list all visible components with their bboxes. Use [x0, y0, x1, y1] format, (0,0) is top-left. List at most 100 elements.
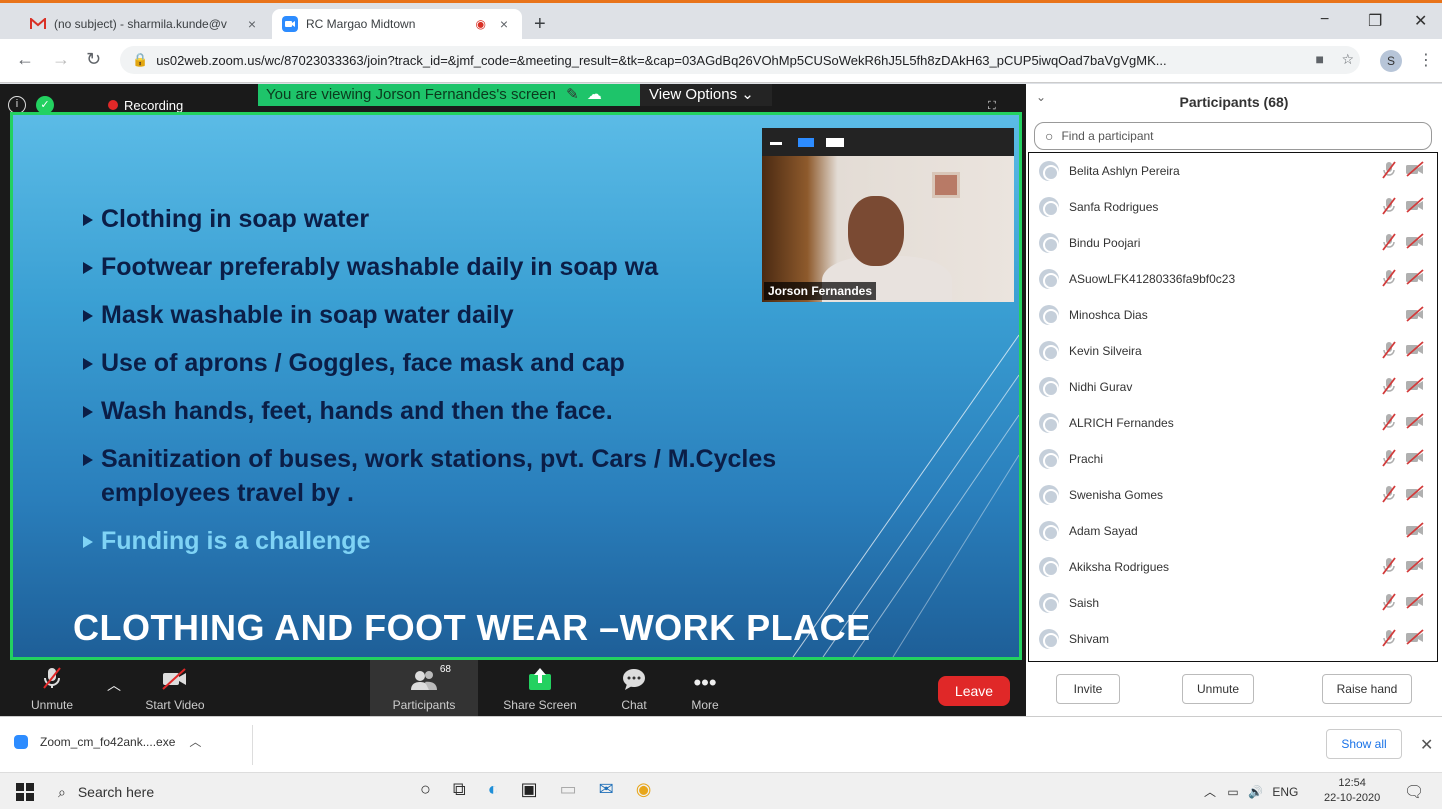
- more-button[interactable]: ••• More: [680, 660, 730, 716]
- tab-title: RC Margao Midtown: [306, 17, 416, 31]
- leave-button[interactable]: Leave: [938, 676, 1010, 706]
- gallery-view-icon[interactable]: [826, 138, 844, 147]
- notifications-icon[interactable]: 🗨: [1404, 782, 1424, 802]
- mail-icon[interactable]: ✉: [599, 779, 614, 800]
- participant-row[interactable]: Saish: [1029, 585, 1435, 621]
- participant-status-icons: [1375, 484, 1435, 506]
- taskbar-search-label: Search here: [77, 784, 155, 800]
- tab-close-icon[interactable]: ×: [244, 16, 260, 32]
- minimize-button[interactable]: −: [1320, 11, 1329, 29]
- bullet-triangle-icon: [83, 454, 93, 467]
- slide-title: CLOTHING AND FOOT WEAR –WORK PLACE: [73, 607, 871, 648]
- chrome-icon[interactable]: ◉: [636, 779, 652, 800]
- raise-hand-button[interactable]: Raise hand: [1322, 674, 1412, 704]
- speaker-view-icon[interactable]: [798, 138, 814, 147]
- tab-zoom-meeting[interactable]: RC Margao Midtown ◉ ×: [272, 9, 522, 39]
- battery-icon[interactable]: ▭: [1227, 785, 1238, 799]
- forward-icon[interactable]: →: [52, 49, 70, 70]
- show-all-button[interactable]: Show all: [1326, 729, 1402, 759]
- video-off-icon: [1405, 448, 1425, 470]
- address-bar[interactable]: 🔒 us02web.zoom.us/wc/87023033363/join?tr…: [120, 46, 1360, 74]
- muted-mic-icon: [1381, 160, 1397, 182]
- muted-mic-icon: [1381, 340, 1397, 362]
- close-downloads-icon[interactable]: ✕: [1420, 735, 1433, 755]
- browser-tab-strip: (no subject) - sharmila.kunde@v × RC Mar…: [0, 3, 1442, 39]
- system-tray: ︿ ▭ 🔊 ENG: [1204, 783, 1298, 800]
- participants-button[interactable]: 68 Participants: [370, 660, 478, 716]
- bullet-triangle-icon: [83, 358, 93, 371]
- more-label: More: [691, 698, 719, 712]
- participant-row[interactable]: Kevin Silveira: [1029, 333, 1435, 369]
- lock-icon: 🔒: [132, 52, 149, 67]
- slide-bullet: Wash hands, feet, hands and then the fac…: [83, 397, 613, 426]
- participant-status-icons: [1375, 160, 1435, 182]
- video-off-icon: [1405, 521, 1425, 541]
- participant-avatar: [1039, 485, 1059, 505]
- participant-row[interactable]: Akiksha Rodrigues: [1029, 549, 1435, 585]
- invite-button[interactable]: Invite: [1056, 674, 1120, 704]
- slide-bullet: Funding is a challenge: [83, 527, 370, 556]
- muted-mic-icon: [1381, 556, 1397, 578]
- download-item[interactable]: Zoom_cm_fo42ank....exe ︿: [14, 733, 201, 750]
- participant-search-input[interactable]: ○ Find a participant: [1034, 122, 1432, 150]
- new-tab-button[interactable]: +: [534, 13, 546, 36]
- taskbar-search[interactable]: ⌕ Search here: [48, 777, 378, 807]
- task-view-icon[interactable]: ⧉: [453, 779, 466, 800]
- windows-start-icon[interactable]: [16, 783, 34, 801]
- share-screen-label: Share Screen: [503, 698, 577, 712]
- bullet-text: Mask washable in soap water daily: [101, 301, 514, 329]
- muted-mic-icon: [1381, 592, 1397, 614]
- chevron-up-icon[interactable]: ︿: [1204, 785, 1216, 799]
- share-screen-button[interactable]: Share Screen: [496, 660, 584, 716]
- panel-unmute-button[interactable]: Unmute: [1182, 674, 1254, 704]
- bookmark-star-icon[interactable]: ☆: [1341, 51, 1354, 68]
- slide-bullet: Use of aprons / Goggles, face mask and c…: [83, 349, 625, 378]
- video-off-icon: [1405, 592, 1425, 614]
- slide-bullet: Sanitization of buses, work stations, pv…: [83, 445, 776, 474]
- participant-row[interactable]: Swenisha Gomes: [1029, 477, 1435, 513]
- participant-row[interactable]: Sanfa Rodrigues: [1029, 189, 1435, 225]
- tab-close-icon[interactable]: ×: [496, 16, 512, 32]
- restore-button[interactable]: ❐: [1368, 11, 1382, 31]
- participant-row[interactable]: Prachi: [1029, 441, 1435, 477]
- participant-row[interactable]: ALRICH Fernandes: [1029, 405, 1435, 441]
- participant-row[interactable]: ASuowLFK41280336fa9bf0c23: [1029, 261, 1435, 297]
- participant-avatar: [1039, 161, 1059, 181]
- zoom-installer-icon: [14, 734, 28, 749]
- audio-options-caret[interactable]: ︿: [104, 660, 124, 716]
- video-off-icon: [1405, 340, 1425, 362]
- view-options-button[interactable]: View Options ⌄: [640, 84, 772, 106]
- chat-button[interactable]: Chat: [606, 660, 662, 716]
- participant-row[interactable]: Belita Ashlyn Pereira: [1029, 153, 1435, 189]
- file-explorer-icon[interactable]: ▭: [560, 779, 577, 800]
- participant-row[interactable]: Minoshca Dias: [1029, 297, 1435, 333]
- tab-gmail[interactable]: (no subject) - sharmila.kunde@v ×: [20, 9, 270, 39]
- participant-row[interactable]: Bindu Poojari: [1029, 225, 1435, 261]
- camera-permission-icon[interactable]: ■: [1316, 51, 1324, 67]
- language-indicator[interactable]: ENG: [1272, 785, 1298, 799]
- unmute-button[interactable]: Unmute: [26, 660, 78, 716]
- browser-menu-icon[interactable]: ⋮: [1418, 50, 1434, 70]
- participant-name: ASuowLFK41280336fa9bf0c23: [1069, 272, 1236, 286]
- edge-icon[interactable]: ◐: [488, 779, 499, 800]
- back-icon[interactable]: ←: [16, 49, 34, 70]
- clock[interactable]: 12:54 22-10-2020: [1324, 776, 1380, 806]
- profile-avatar[interactable]: S: [1380, 50, 1402, 72]
- store-icon[interactable]: ▣: [521, 779, 538, 800]
- speaker-video-thumbnail[interactable]: Jorson Fernandes: [762, 128, 1014, 302]
- chevron-up-icon[interactable]: ︿: [189, 733, 201, 750]
- cortana-icon[interactable]: ○: [420, 779, 431, 800]
- volume-icon[interactable]: 🔊: [1248, 785, 1263, 799]
- bullet-text: Sanitization of buses, work stations, pv…: [101, 445, 777, 473]
- participant-row[interactable]: Adam Sayad: [1029, 513, 1435, 549]
- search-placeholder: Find a participant: [1061, 129, 1154, 143]
- participant-row[interactable]: Shivam: [1029, 621, 1435, 657]
- participants-list[interactable]: Belita Ashlyn Pereira Sanfa Rodrigues Bind…: [1028, 152, 1438, 662]
- participant-row[interactable]: Nidhi Gurav: [1029, 369, 1435, 405]
- start-video-button[interactable]: Start Video: [140, 660, 210, 716]
- unmute-label: Unmute: [30, 698, 74, 712]
- minimize-video-icon[interactable]: [770, 142, 782, 145]
- close-window-button[interactable]: ✕: [1414, 11, 1427, 31]
- reload-icon[interactable]: ↻: [86, 49, 101, 70]
- participant-name: Swenisha Gomes: [1069, 488, 1164, 502]
